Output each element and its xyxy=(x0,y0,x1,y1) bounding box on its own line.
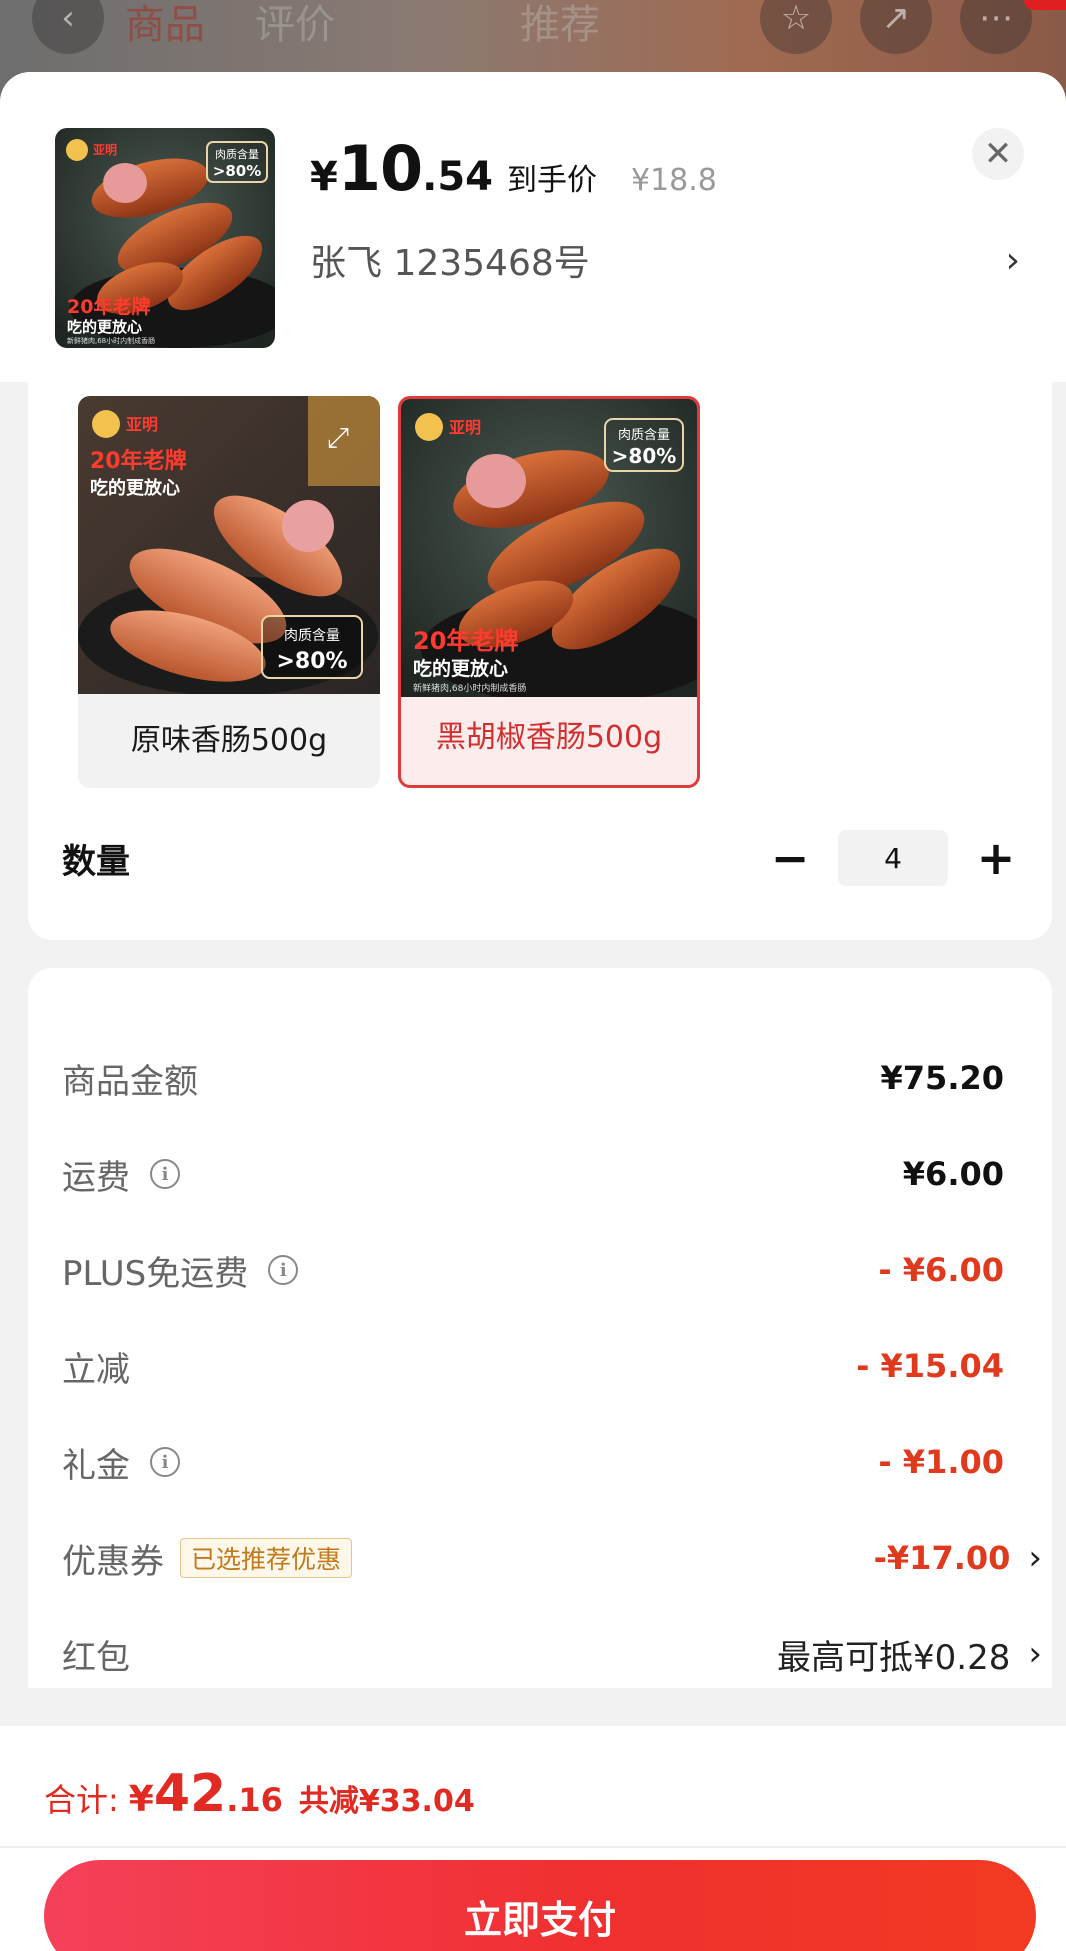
plus-free-shipping-label: PLUS免运费 xyxy=(62,1253,249,1294)
back-icon: ‹ xyxy=(32,0,104,54)
chevron-right-icon: › xyxy=(1028,1634,1042,1674)
final-price: ¥ 10 .54 到手价 ¥18.8 xyxy=(310,132,717,205)
total-integer: 42 xyxy=(153,1764,227,1824)
decrease-button[interactable]: − xyxy=(762,830,818,886)
total-saved: 共减¥33.04 xyxy=(298,1784,475,1819)
quantity-input[interactable]: 4 xyxy=(838,830,948,886)
info-icon[interactable]: i xyxy=(268,1255,299,1285)
more-icon: ⋯ xyxy=(960,0,1032,54)
coupon-amount: -¥17.00 xyxy=(873,1539,1011,1577)
thumb-slogan-2: 吃的更放心 xyxy=(67,318,142,336)
price-decimal: .54 xyxy=(422,154,493,200)
variant1-slogan-1: 20年老牌 xyxy=(90,448,187,474)
red-packet-amount: 最高可抵¥0.28 xyxy=(777,1637,1011,1678)
bg-tab-product: 商品 xyxy=(125,2,205,48)
thumb-meat-label: 肉质含量 xyxy=(215,147,259,161)
coupon-tag: 已选推荐优惠 xyxy=(180,1538,353,1578)
info-icon[interactable]: i xyxy=(150,1447,180,1477)
variant1-meat-label: 肉质含量 xyxy=(284,628,340,644)
variant2-slogan-2: 吃的更放心 xyxy=(413,657,508,680)
chevron-right-icon: › xyxy=(1028,1538,1042,1578)
notification-badge xyxy=(1024,0,1066,10)
total-symbol: ¥ xyxy=(128,1779,154,1820)
plus-free-shipping-amount: - ¥6.00 xyxy=(878,1251,1004,1289)
sheet-header: 肉质含量 >80% 20年老牌 吃的更放心 新鲜猪肉,68小时内制成香肠 亚明 … xyxy=(0,72,1066,382)
close-button[interactable]: ✕ xyxy=(972,128,1024,180)
variant2-meat-pct: >80% xyxy=(612,444,677,468)
subtotal-label: 商品金额 xyxy=(62,1061,198,1102)
share-icon: ↗ xyxy=(860,0,932,54)
thumb-meat-pct: >80% xyxy=(213,162,261,180)
shipping-amount: ¥6.00 xyxy=(902,1155,1004,1193)
detail-row-plus-free-shipping: PLUS免运费 i - ¥6.00 xyxy=(62,1240,1042,1300)
detail-row-subtotal: 商品金额 ¥75.20 xyxy=(62,1048,1042,1108)
variant1-brand: 亚明 xyxy=(126,415,158,434)
thumb-slogan-1: 20年老牌 xyxy=(67,295,150,318)
instant-discount-label: 立减 xyxy=(62,1349,130,1390)
variant-option-original[interactable]: 亚明 20年老牌 吃的更放心 肉质含量 >80% ⤢ 原味香肠500g xyxy=(78,396,380,788)
variant1-slogan-2: 吃的更放心 xyxy=(90,477,180,499)
increase-button[interactable]: + xyxy=(968,830,1024,886)
quantity-row: 数量 − 4 + xyxy=(62,828,1024,888)
price-integer: 10 xyxy=(337,132,423,205)
product-thumbnail: 肉质含量 >80% 20年老牌 吃的更放心 新鲜猪肉,68小时内制成香肠 亚明 xyxy=(55,128,275,348)
checkout-footer: 合计: ¥ 42 .16 共减¥33.04 立即支付 xyxy=(0,1726,1066,1951)
red-packet-label: 红包 xyxy=(62,1637,130,1678)
info-icon[interactable]: i xyxy=(150,1159,180,1189)
quantity-stepper: − 4 + xyxy=(762,830,1024,886)
address-text: 张飞 1235468号 xyxy=(310,243,590,284)
subtotal-amount: ¥75.20 xyxy=(880,1059,1004,1097)
gift-money-amount: - ¥1.00 xyxy=(878,1443,1004,1481)
shipping-label: 运费 xyxy=(62,1157,130,1198)
pay-now-button[interactable]: 立即支付 xyxy=(44,1860,1036,1951)
variant2-slogan-1: 20年老牌 xyxy=(413,627,518,655)
favorite-icon: ☆ xyxy=(760,0,832,54)
quantity-label: 数量 xyxy=(62,841,130,882)
variant-label-original: 原味香肠500g xyxy=(130,723,328,758)
bg-tab-recommend: 推荐 xyxy=(520,2,600,48)
detail-row-coupon[interactable]: 优惠券 已选推荐优惠 -¥17.00 › xyxy=(62,1528,1042,1588)
detail-row-shipping: 运费 i ¥6.00 xyxy=(62,1144,1042,1204)
bg-tab-reviews: 评价 xyxy=(255,2,335,48)
variant-image-blackpepper: 亚明 肉质含量 >80% 20年老牌 吃的更放心 新鲜猪肉,68小时内制成香肠 xyxy=(401,399,697,704)
variant2-brand: 亚明 xyxy=(449,418,481,437)
detail-row-red-packet[interactable]: 红包 最高可抵¥0.28 › xyxy=(62,1624,1042,1684)
price-detail-card: 商品金额 ¥75.20 运费 i ¥6.00 PLUS免运费 i - ¥6.00 立… xyxy=(28,968,1052,1688)
address-selector[interactable]: 张飞 1235468号 › xyxy=(310,232,1020,288)
thumb-small: 新鲜猪肉,68小时内制成香肠 xyxy=(67,336,155,345)
variant1-meat-pct: >80% xyxy=(276,649,347,674)
price-symbol: ¥ xyxy=(310,154,338,200)
purchase-sheet: 肉质含量 >80% 20年老牌 吃的更放心 新鲜猪肉,68小时内制成香肠 亚明 … xyxy=(0,72,1066,1951)
thumb-brand: 亚明 xyxy=(93,143,117,157)
total-decimal: .16 xyxy=(226,1781,283,1819)
gift-money-label: 礼金 xyxy=(62,1445,130,1486)
total-label: 合计: xyxy=(44,1781,119,1819)
variant-image-original: 亚明 20年老牌 吃的更放心 肉质含量 >80% ⤢ xyxy=(78,396,380,696)
instant-discount-amount: - ¥15.04 xyxy=(856,1347,1004,1385)
total-summary: 合计: ¥ 42 .16 共减¥33.04 xyxy=(44,1764,475,1824)
variant-card: 亚明 20年老牌 吃的更放心 肉质含量 >80% ⤢ 原味香肠500g 亚明 肉… xyxy=(28,382,1052,940)
divider xyxy=(0,1846,1066,1848)
original-price: ¥18.8 xyxy=(630,163,717,198)
detail-row-instant-discount: 立减 - ¥15.04 xyxy=(62,1336,1042,1396)
variant-option-blackpepper[interactable]: 亚明 肉质含量 >80% 20年老牌 吃的更放心 新鲜猪肉,68小时内制成香肠 … xyxy=(398,396,700,788)
price-label: 到手价 xyxy=(506,163,597,198)
chevron-right-icon: › xyxy=(1005,239,1020,281)
variant2-meat-label: 肉质含量 xyxy=(618,427,670,443)
close-icon: ✕ xyxy=(983,134,1013,174)
coupon-label: 优惠券 xyxy=(62,1541,164,1582)
detail-row-gift-money: 礼金 i - ¥1.00 xyxy=(62,1432,1042,1492)
expand-icon[interactable]: ⤢ xyxy=(318,418,358,458)
variant-label-blackpepper: 黑胡椒香肠500g xyxy=(435,720,663,755)
